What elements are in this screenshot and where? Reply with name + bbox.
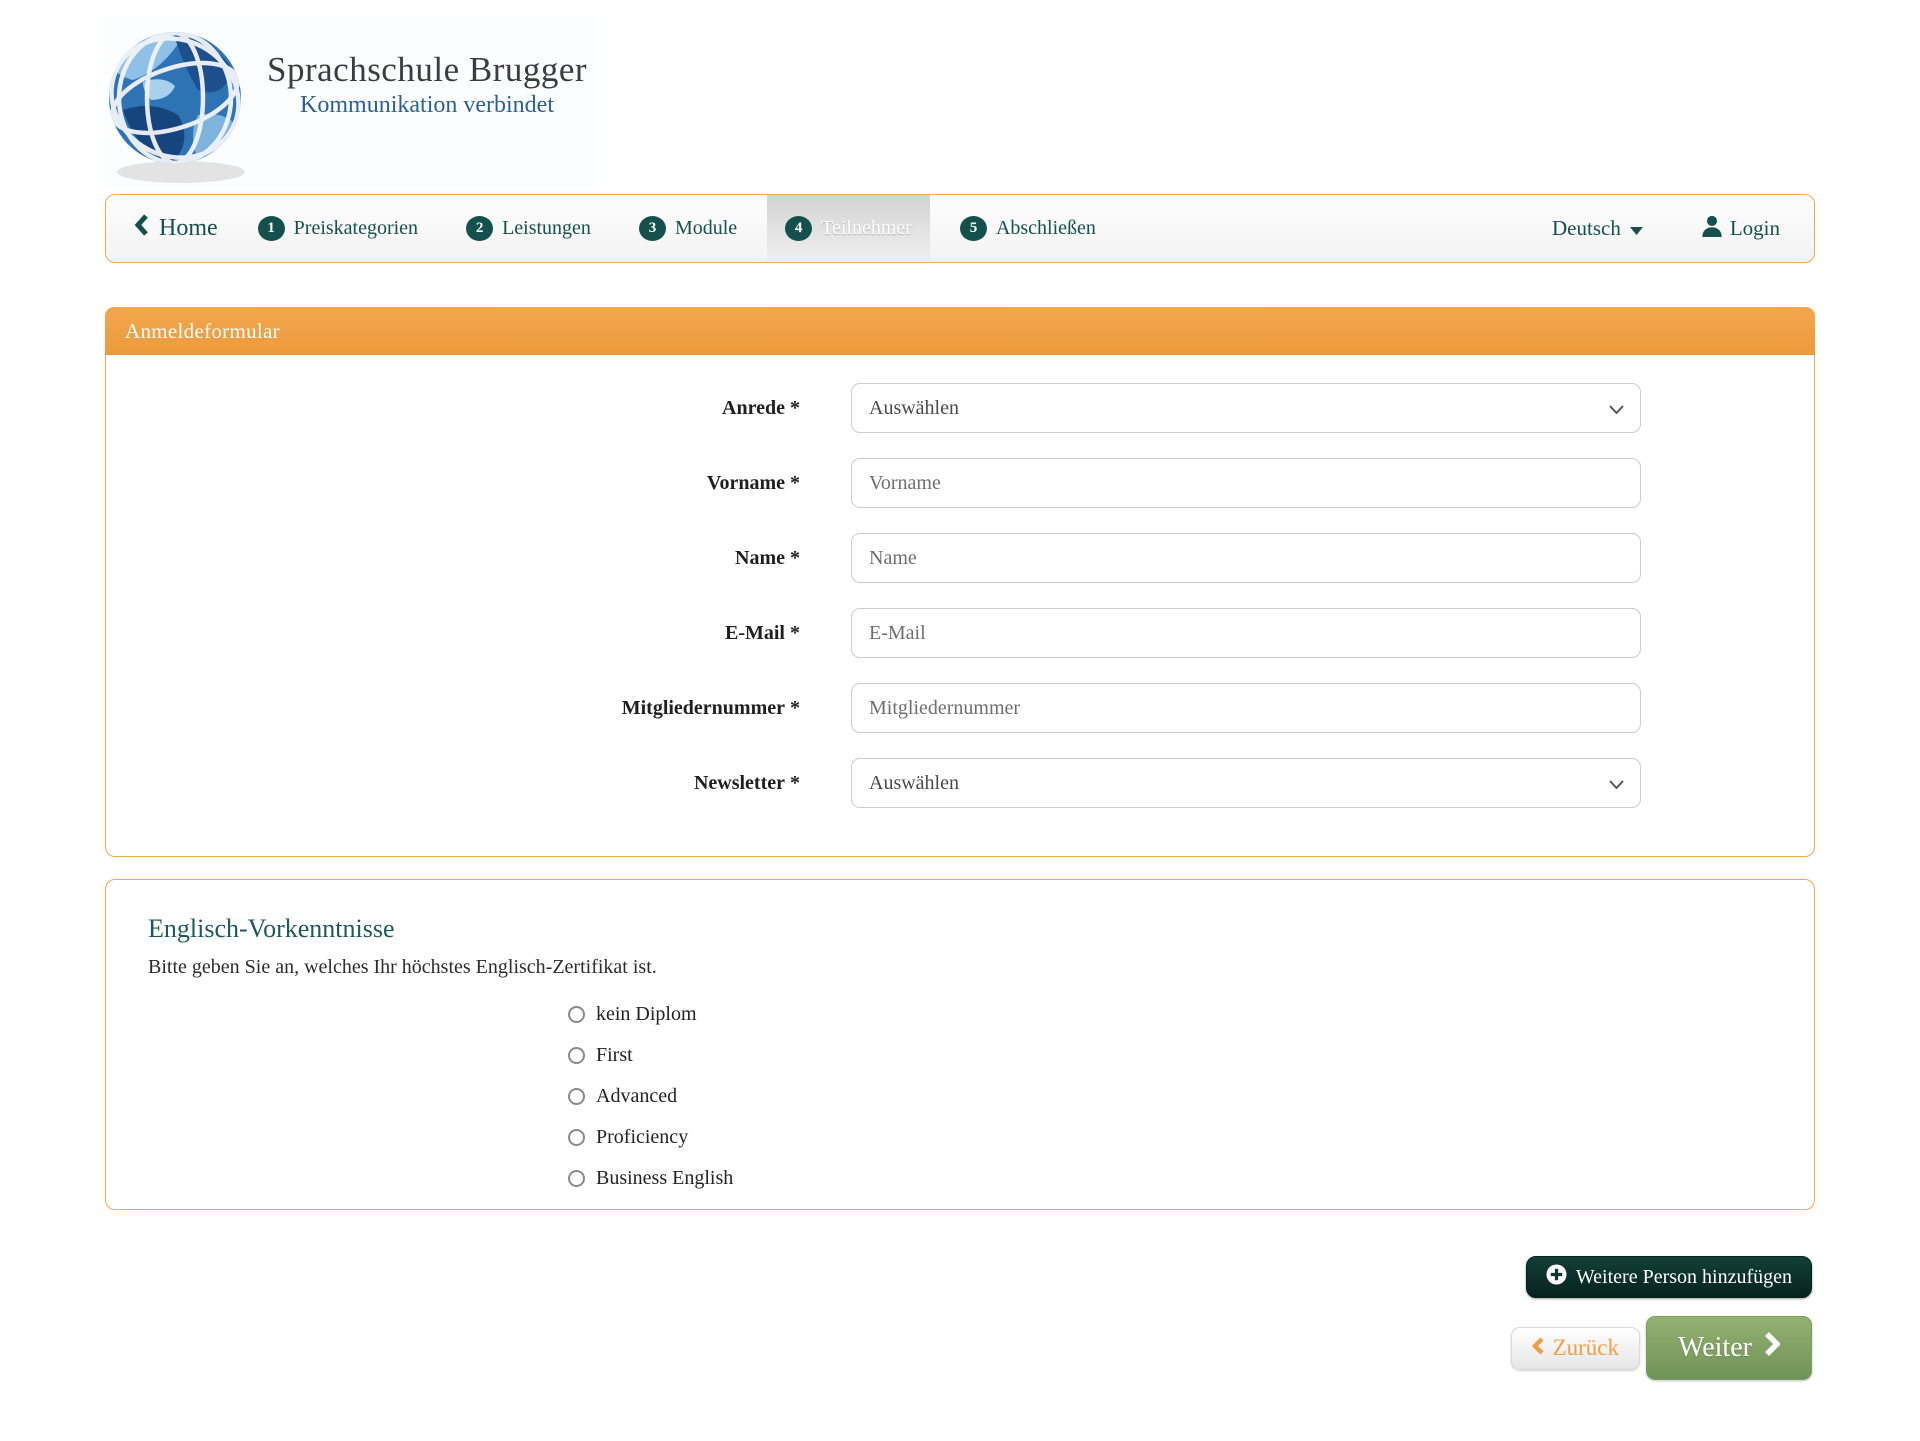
registration-form-panel: Anmeldeformular Anrede* Auswählen Vornam… — [105, 307, 1815, 857]
plus-circle-icon — [1546, 1264, 1567, 1291]
logo-subtitle: Kommunikation verbindet — [267, 92, 587, 119]
form-row-mitgliedernummer: Mitgliedernummer* — [106, 683, 1814, 733]
next-button[interactable]: Weiter — [1646, 1316, 1812, 1380]
chevron-left-icon — [1532, 1335, 1544, 1361]
nav-home[interactable]: Home — [134, 195, 228, 262]
email-label: E-Mail* — [106, 622, 800, 645]
radio-circle-icon — [568, 1170, 585, 1187]
next-label: Weiter — [1678, 1332, 1752, 1364]
radio-circle-icon — [568, 1006, 585, 1023]
radio-label: Business English — [596, 1167, 733, 1190]
login-button[interactable]: Login — [1701, 215, 1780, 243]
nav-home-label: Home — [159, 215, 218, 242]
radio-label: First — [596, 1044, 633, 1067]
anrede-select[interactable]: Auswählen — [851, 383, 1641, 433]
newsletter-select[interactable]: Auswählen — [851, 758, 1641, 808]
radio-kein-diplom[interactable]: kein Diplom — [568, 1000, 1774, 1028]
radio-circle-icon — [568, 1129, 585, 1146]
step-badge: 1 — [258, 216, 285, 241]
nav-step-abschliessen[interactable]: 5 Abschließen — [942, 195, 1114, 262]
nav-step-label: Abschließen — [996, 217, 1096, 240]
step-badge: 5 — [960, 216, 987, 241]
nav-step-label: Module — [675, 217, 737, 240]
chevron-left-icon — [134, 214, 149, 243]
radio-advanced[interactable]: Advanced — [568, 1082, 1774, 1110]
newsletter-label: Newsletter* — [106, 772, 800, 795]
english-panel-title: Englisch-Vorkenntnisse — [148, 914, 1774, 944]
nav-step-preiskategorien[interactable]: 1 Preiskategorien — [240, 195, 436, 262]
form-row-anrede: Anrede* Auswählen — [106, 383, 1814, 433]
form-row-name: Name* — [106, 533, 1814, 583]
english-knowledge-panel: Englisch-Vorkenntnisse Bitte geben Sie a… — [105, 879, 1815, 1210]
anrede-label: Anrede* — [106, 397, 800, 420]
language-label: Deutsch — [1552, 216, 1621, 241]
nav-step-teilnehmer[interactable]: 4 Teilnehmer — [767, 195, 930, 262]
mitgliedernummer-label: Mitgliedernummer* — [106, 697, 800, 720]
radio-label: kein Diplom — [596, 1003, 697, 1026]
anrede-select-value: Auswählen — [869, 397, 959, 420]
nav-step-label: Teilnehmer — [821, 217, 912, 240]
nav-step-label: Leistungen — [502, 217, 591, 240]
radio-label: Advanced — [596, 1085, 677, 1108]
mitgliedernummer-input[interactable] — [851, 683, 1641, 733]
user-icon — [1701, 215, 1723, 243]
english-panel-description: Bitte geben Sie an, welches Ihr höchstes… — [148, 956, 1774, 979]
back-button[interactable]: Zurück — [1511, 1327, 1640, 1370]
nav-step-label: Preiskategorien — [294, 217, 418, 240]
form-panel-header: Anmeldeformular — [105, 307, 1815, 355]
radio-business-english[interactable]: Business English — [568, 1164, 1774, 1192]
radio-circle-icon — [568, 1088, 585, 1105]
globe-logo-icon — [103, 20, 253, 189]
step-badge: 2 — [466, 216, 493, 241]
logo-text: Sprachschule Brugger Kommunikation verbi… — [267, 50, 587, 189]
actions-row-add: Weitere Person hinzufügen — [105, 1256, 1812, 1298]
form-row-email: E-Mail* — [106, 608, 1814, 658]
nav-step-module[interactable]: 3 Module — [621, 195, 755, 262]
language-dropdown[interactable]: Deutsch — [1552, 216, 1643, 241]
certificate-radio-group: kein Diplom First Advanced Proficiency B… — [568, 1000, 1774, 1192]
vorname-input[interactable] — [851, 458, 1641, 508]
newsletter-select-value: Auswählen — [869, 772, 959, 795]
name-label: Name* — [106, 547, 800, 570]
logo: Sprachschule Brugger Kommunikation verbi… — [103, 16, 597, 189]
caret-down-icon — [1630, 216, 1643, 241]
logo-title: Sprachschule Brugger — [267, 50, 587, 90]
chevron-down-icon — [1609, 772, 1624, 795]
nav-step-leistungen[interactable]: 2 Leistungen — [448, 195, 609, 262]
name-input[interactable] — [851, 533, 1641, 583]
radio-first[interactable]: First — [568, 1041, 1774, 1069]
chevron-right-icon — [1765, 1332, 1780, 1364]
add-person-button[interactable]: Weitere Person hinzufügen — [1526, 1256, 1812, 1298]
logo-area: Sprachschule Brugger Kommunikation verbi… — [0, 0, 1920, 180]
radio-proficiency[interactable]: Proficiency — [568, 1123, 1774, 1151]
registration-page: Sprachschule Brugger Kommunikation verbi… — [0, 0, 1920, 1441]
add-person-label: Weitere Person hinzufügen — [1576, 1266, 1792, 1289]
radio-circle-icon — [568, 1047, 585, 1064]
email-input[interactable] — [851, 608, 1641, 658]
vorname-label: Vorname* — [106, 472, 800, 495]
nav-right: Deutsch Login — [1552, 215, 1780, 243]
login-label: Login — [1730, 216, 1780, 241]
chevron-down-icon — [1609, 397, 1624, 420]
step-navbar: Home 1 Preiskategorien 2 Leistungen 3 Mo… — [105, 194, 1815, 263]
form-row-vorname: Vorname* — [106, 458, 1814, 508]
form-panel-body: Anrede* Auswählen Vorname* Name* E-Mail* — [106, 355, 1814, 856]
step-badge: 4 — [785, 216, 812, 241]
radio-label: Proficiency — [596, 1126, 688, 1149]
actions-row-nav: Zurück Weiter — [105, 1316, 1812, 1380]
form-row-newsletter: Newsletter* Auswählen — [106, 758, 1814, 808]
step-badge: 3 — [639, 216, 666, 241]
back-label: Zurück — [1553, 1335, 1619, 1361]
